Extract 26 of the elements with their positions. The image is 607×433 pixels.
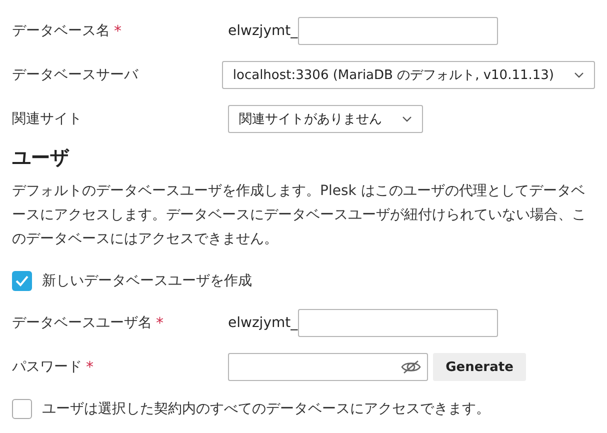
input-field[interactable] bbox=[298, 309, 498, 337]
field-label: 関連サイト bbox=[12, 110, 82, 128]
checkbox-label: ユーザは選択した契約内のすべてのデータベースにアクセスできます。 bbox=[42, 400, 490, 418]
field-label: パスワード bbox=[12, 358, 82, 376]
field-label: データベースユーザ名 bbox=[12, 314, 152, 332]
checkbox[interactable] bbox=[12, 399, 32, 419]
required-mark: * bbox=[114, 22, 122, 40]
name-prefix: elwzjymt_ bbox=[228, 315, 298, 331]
checkbox-label: 新しいデータベースユーザを作成 bbox=[42, 272, 252, 290]
section-heading: ユーザ bbox=[12, 146, 70, 171]
generate-button[interactable]: Generate bbox=[433, 353, 526, 381]
input-field[interactable] bbox=[298, 17, 498, 45]
chevron-down-icon bbox=[402, 116, 412, 122]
required-mark: * bbox=[86, 358, 94, 376]
field-label: データベースサーバ bbox=[12, 66, 138, 84]
field-label: データベース名 bbox=[12, 22, 110, 40]
chevron-down-icon bbox=[574, 72, 584, 78]
name-prefix: elwzjymt_ bbox=[228, 23, 298, 39]
section-description: デフォルトのデータベースユーザを作成します。Plesk はこのユーザの代理としてデータベースにアクセスします。データベースにデータベースユーザが紐付けられていない場合、このデータベースにはアクセスできません。 bbox=[12, 182, 587, 249]
required-mark: * bbox=[156, 314, 164, 332]
select-dropdown[interactable]: localhost:3306 (MariaDB のデフォルト, v10.11.13) bbox=[222, 61, 595, 89]
password-field[interactable] bbox=[228, 353, 428, 381]
eye-slash-icon[interactable] bbox=[401, 360, 421, 374]
checkmark-icon bbox=[15, 275, 29, 287]
checkbox[interactable] bbox=[12, 271, 32, 291]
select-dropdown[interactable]: 関連サイトがありません bbox=[228, 105, 423, 133]
